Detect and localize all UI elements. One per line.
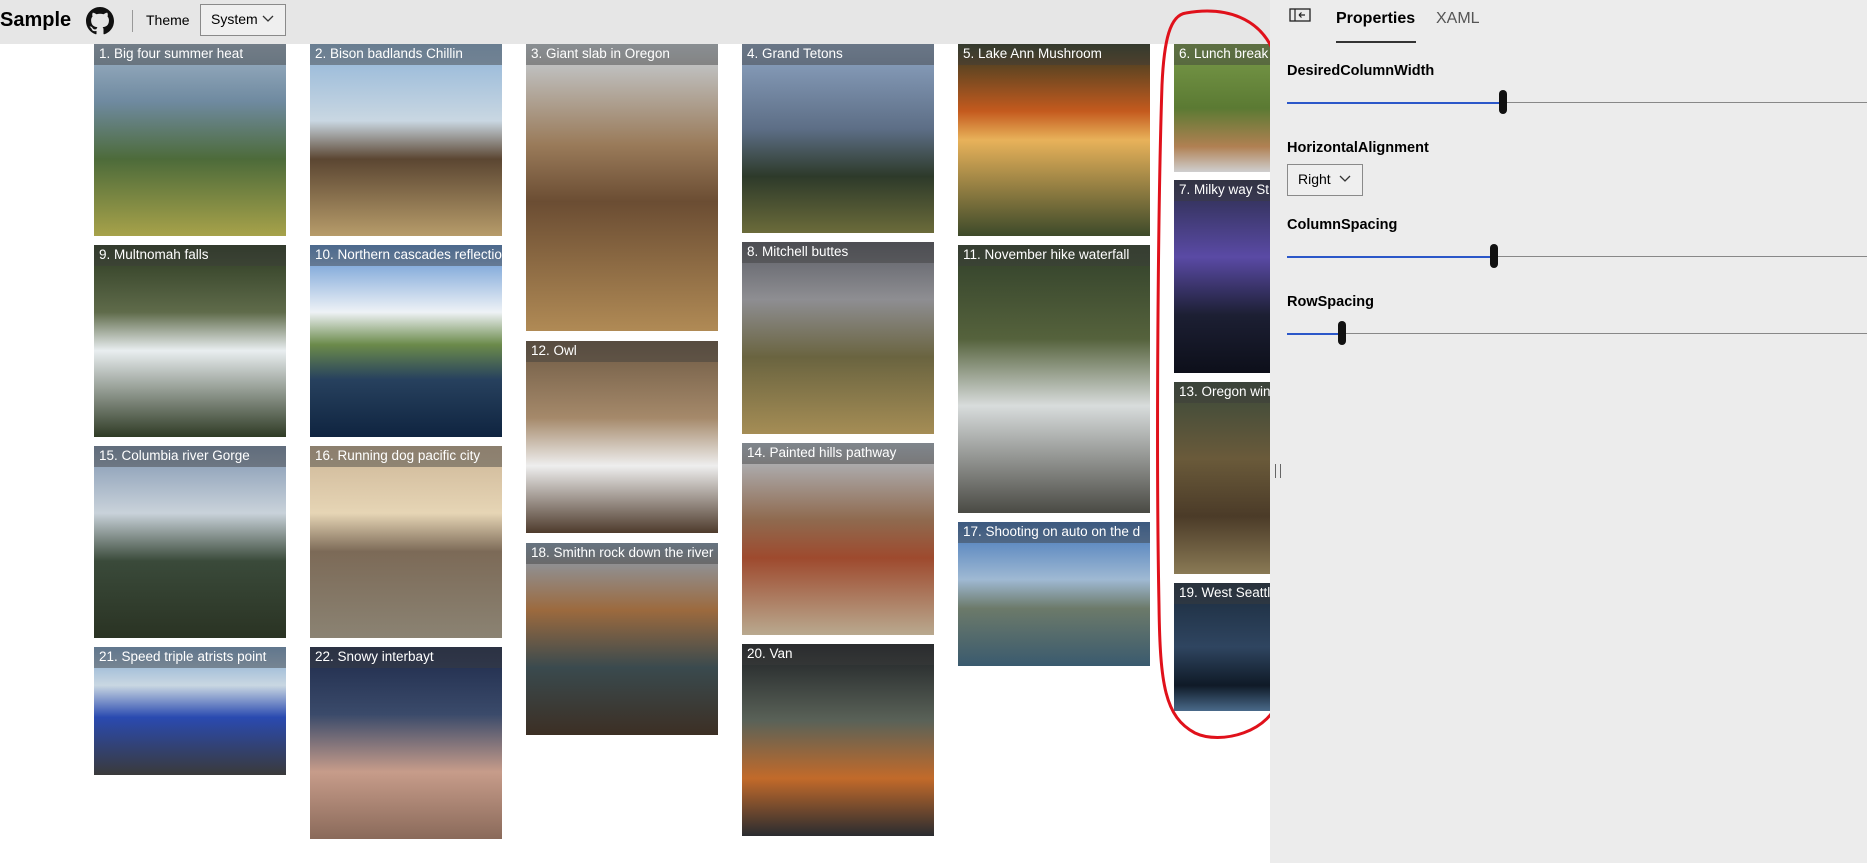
horizontal-alignment-label: HorizontalAlignment bbox=[1287, 140, 1429, 156]
row-spacing-label: RowSpacing bbox=[1287, 294, 1375, 310]
active-tab-indicator bbox=[1336, 41, 1416, 43]
properties-panel bbox=[1270, 0, 1867, 863]
gallery-item[interactable]: 3. Giant slab in Oregon bbox=[526, 44, 718, 331]
column-spacing-label: ColumnSpacing bbox=[1287, 217, 1398, 233]
horizontal-alignment-value: Right bbox=[1298, 171, 1331, 187]
gallery-item-caption: 4. Grand Tetons bbox=[742, 44, 934, 65]
gallery-item-caption: 14. Painted hills pathway bbox=[742, 443, 934, 464]
gallery-item[interactable]: 18. Smithn rock down the river bbox=[526, 543, 718, 735]
slider-thumb[interactable] bbox=[1490, 244, 1498, 268]
slider-thumb[interactable] bbox=[1499, 90, 1507, 114]
gallery-item[interactable]: 9. Multnomah falls bbox=[94, 245, 286, 437]
gallery-item-caption: 1. Big four summer heat bbox=[94, 44, 286, 65]
horizontal-alignment-combobox[interactable]: Right bbox=[1287, 164, 1363, 196]
desired-column-width-slider[interactable] bbox=[1287, 90, 1867, 114]
chevron-down-icon bbox=[262, 15, 274, 22]
gallery-item[interactable]: 1. Big four summer heat bbox=[94, 44, 286, 236]
gallery-item[interactable]: 20. Van bbox=[742, 644, 934, 836]
gallery-item[interactable]: 17. Shooting on auto on the d bbox=[958, 522, 1150, 666]
slider-fill bbox=[1287, 255, 1494, 258]
tab-xaml[interactable]: XAML bbox=[1436, 10, 1480, 28]
slider-fill bbox=[1287, 332, 1342, 335]
header-divider bbox=[132, 10, 133, 32]
gallery-item-caption: 2. Bison badlands Chillin bbox=[310, 44, 502, 65]
gallery-item-caption: 10. Northern cascades reflectio bbox=[310, 245, 502, 266]
gallery-item[interactable]: 8. Mitchell buttes bbox=[742, 242, 934, 434]
gallery-item[interactable]: 22. Snowy interbayt bbox=[310, 647, 502, 839]
gallery-item[interactable]: 11. November hike waterfall bbox=[958, 245, 1150, 513]
gallery-item-caption: 5. Lake Ann Mushroom bbox=[958, 44, 1150, 65]
theme-label: Theme bbox=[146, 12, 190, 28]
gallery-item[interactable]: 14. Painted hills pathway bbox=[742, 443, 934, 635]
gallery-item-caption: 11. November hike waterfall bbox=[958, 245, 1150, 266]
gallery-item-caption: 15. Columbia river Gorge bbox=[94, 446, 286, 467]
row-spacing-slider[interactable] bbox=[1287, 321, 1867, 345]
github-icon[interactable] bbox=[86, 7, 114, 35]
gallery-item-caption: 8. Mitchell buttes bbox=[742, 242, 934, 263]
gallery-item[interactable]: 4. Grand Tetons bbox=[742, 44, 934, 233]
gallery-item[interactable]: 5. Lake Ann Mushroom bbox=[958, 44, 1150, 236]
gallery-item-caption: 22. Snowy interbayt bbox=[310, 647, 502, 668]
column-spacing-slider[interactable] bbox=[1287, 244, 1867, 268]
desired-column-width-label: DesiredColumnWidth bbox=[1287, 63, 1435, 79]
gallery-item-caption: 9. Multnomah falls bbox=[94, 245, 286, 266]
theme-combobox[interactable]: System bbox=[200, 4, 286, 36]
gallery-item[interactable]: 21. Speed triple atrists point bbox=[94, 647, 286, 775]
pane-splitter-grip[interactable] bbox=[1275, 464, 1281, 478]
gallery-item-caption: 21. Speed triple atrists point bbox=[94, 647, 286, 668]
gallery-item[interactable]: 10. Northern cascades reflectio bbox=[310, 245, 502, 437]
gallery-item-caption: 20. Van bbox=[742, 644, 934, 665]
gallery-item-caption: 3. Giant slab in Oregon bbox=[526, 44, 718, 65]
tab-properties[interactable]: Properties bbox=[1336, 10, 1415, 28]
gallery-item[interactable]: 2. Bison badlands Chillin bbox=[310, 44, 502, 236]
app-title: Sample bbox=[0, 9, 72, 31]
gallery-item[interactable]: 15. Columbia river Gorge bbox=[94, 446, 286, 638]
gallery-item[interactable]: 16. Running dog pacific city bbox=[310, 446, 502, 638]
gallery-item[interactable]: 12. Owl bbox=[526, 341, 718, 533]
top-bar bbox=[0, 0, 1270, 44]
gallery-item-caption: 12. Owl bbox=[526, 341, 718, 362]
slider-fill bbox=[1287, 101, 1503, 104]
gallery-item-caption: 18. Smithn rock down the river bbox=[526, 543, 718, 564]
gallery-item-caption: 17. Shooting on auto on the d bbox=[958, 522, 1150, 543]
chevron-down-icon bbox=[1339, 175, 1351, 182]
gallery-item-caption: 16. Running dog pacific city bbox=[310, 446, 502, 467]
theme-combobox-value: System bbox=[211, 11, 258, 27]
slider-thumb[interactable] bbox=[1338, 321, 1346, 345]
pane-toggle-icon[interactable] bbox=[1289, 8, 1311, 24]
